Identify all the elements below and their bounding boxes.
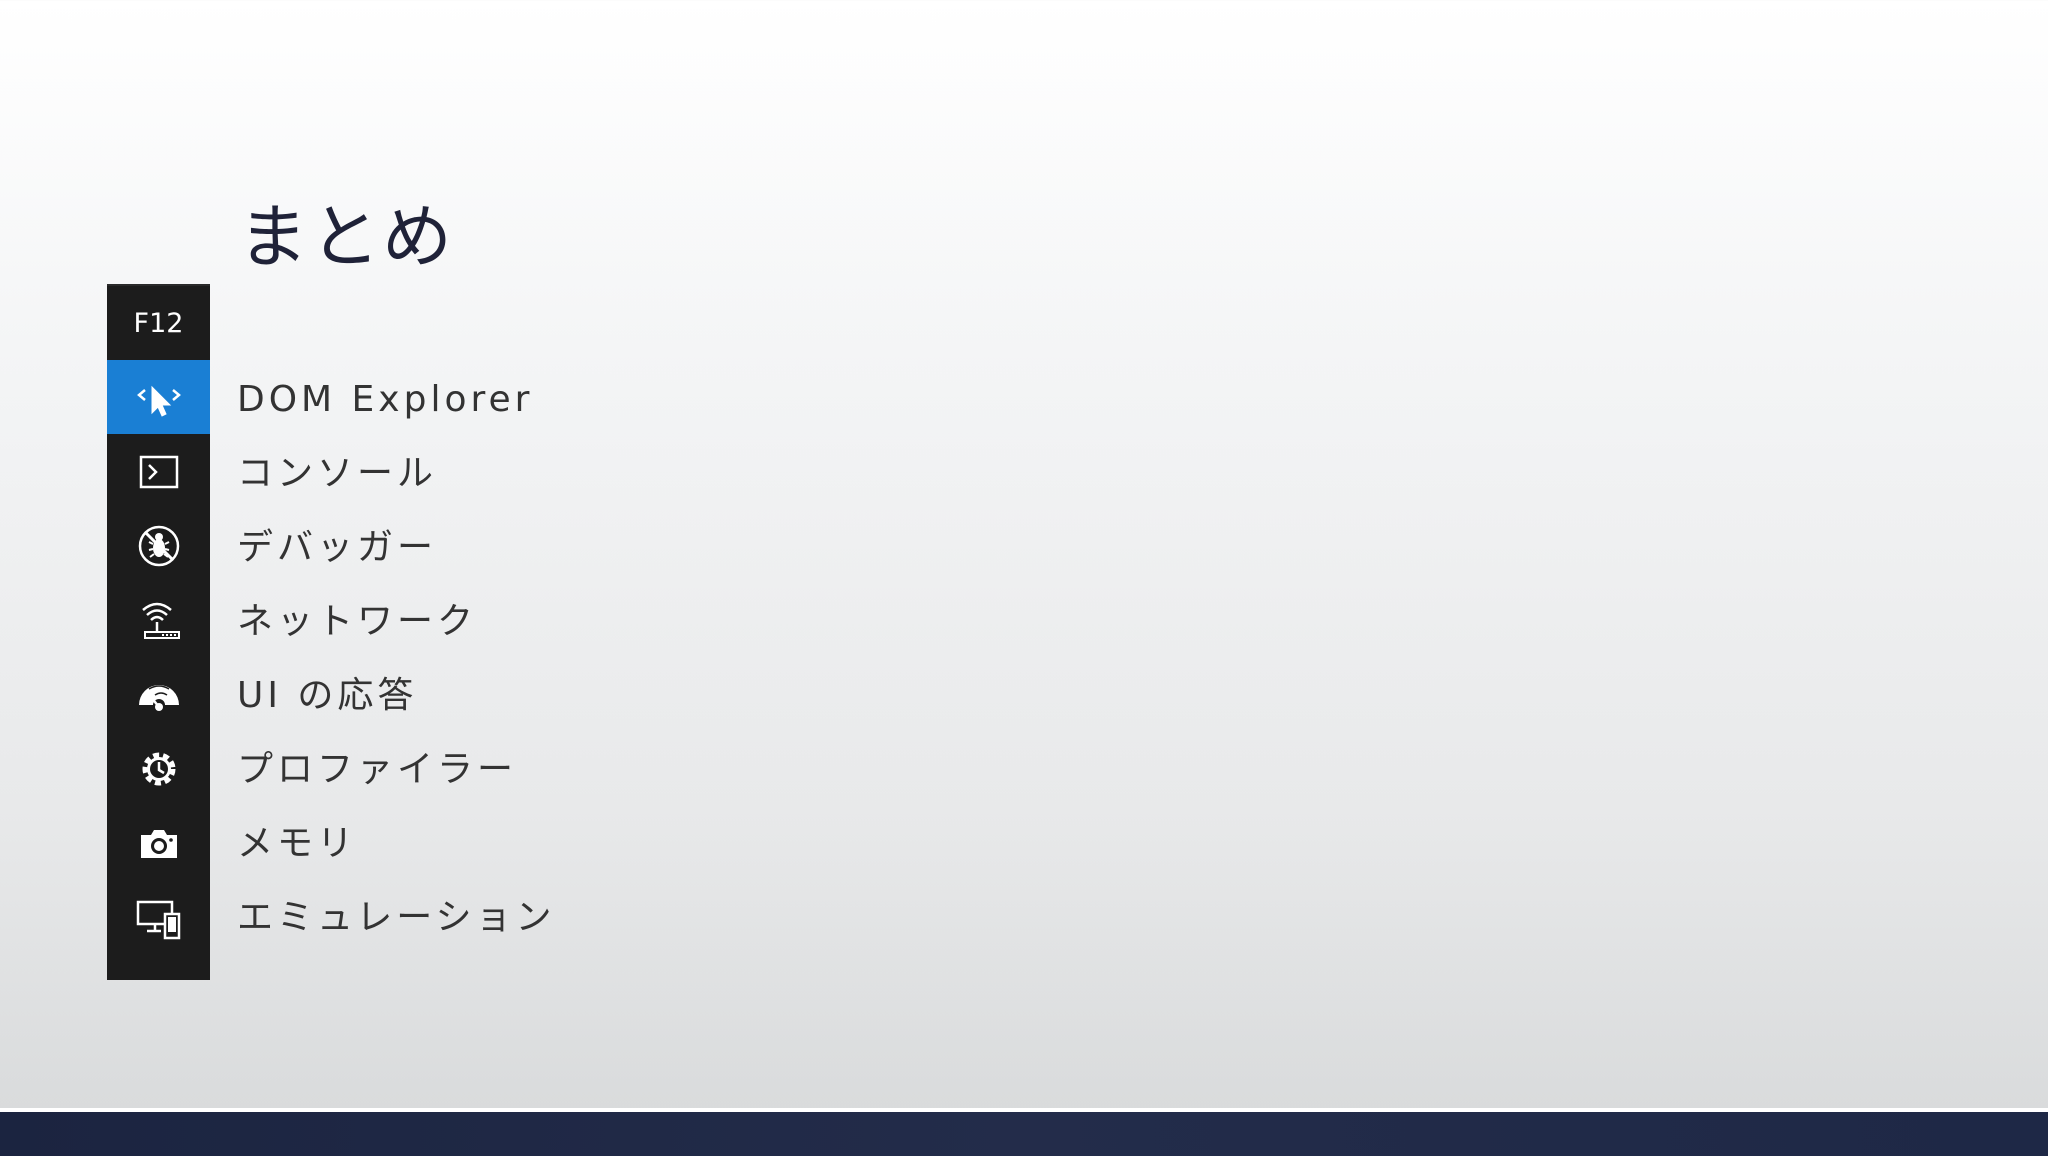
f12-tools-toolbar: F12 [107,284,210,980]
toolbar-item-profiler[interactable] [107,732,210,806]
menu-label-dom-explorer[interactable]: DOM Explorer [237,378,533,422]
menu-label-debugger[interactable]: デバッガー [237,526,437,570]
toolbar-item-debugger[interactable] [107,509,210,583]
toolbar-item-network[interactable] [107,583,210,657]
console-icon [135,448,183,496]
ui-responsiveness-icon [135,671,183,719]
menu-label-profiler[interactable]: プロファイラー [237,748,517,792]
network-icon [135,596,183,644]
profiler-icon [135,745,183,793]
menu-label-console[interactable]: コンソール [237,452,437,496]
emulation-icon [135,894,183,942]
slide-title: まとめ [238,196,454,278]
memory-icon [135,820,183,868]
toolbar-item-console[interactable] [107,434,210,508]
toolbar-item-ui-responsiveness[interactable] [107,658,210,732]
menu-label-ui-responsiveness[interactable]: UI の応答 [237,674,417,718]
toolbar-header: F12 [133,307,184,339]
menu-label-memory[interactable]: メモリ [237,822,357,866]
menu-label-emulation[interactable]: エミュレーション [237,896,556,940]
debugger-icon [135,522,183,570]
dom-explorer-icon [135,373,183,421]
toolbar-item-dom-explorer[interactable] [107,360,210,435]
toolbar-item-emulation[interactable] [107,881,210,955]
footer-bar [0,1108,2048,1156]
menu-label-network[interactable]: ネットワーク [237,600,477,644]
toolbar-item-memory[interactable] [107,806,210,880]
